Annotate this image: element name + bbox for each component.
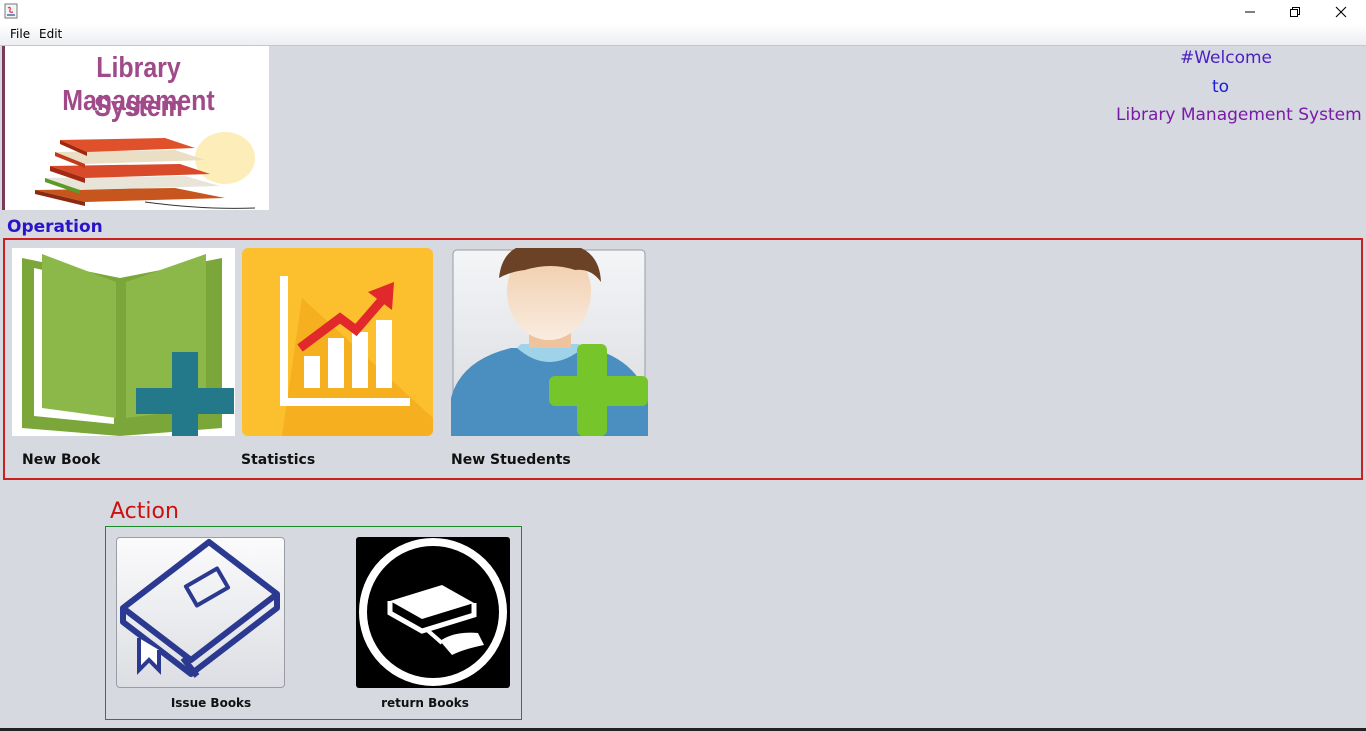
close-button[interactable] [1318,0,1364,24]
return-books-button[interactable] [356,537,510,688]
user-add-icon [451,248,648,436]
restore-button[interactable] [1272,0,1318,24]
bar-chart-trend-icon [280,276,433,436]
operation-title: Operation [7,217,103,237]
book-issue-icon [120,539,280,678]
welcome-line3: Library Management System [1116,105,1362,125]
statistics-label: Statistics [241,452,316,468]
return-books-label: return Books [381,696,469,710]
minimize-icon [1245,11,1255,13]
action-title: Action [110,499,179,524]
menu-edit[interactable]: Edit [39,27,62,41]
restore-icon [1290,7,1300,17]
logo-title-line2: System [94,91,183,123]
new-book-button[interactable] [12,248,235,436]
issue-books-button[interactable] [116,537,285,688]
close-icon [1335,6,1347,18]
menu-bar: File Edit [0,24,1366,46]
java-app-icon [4,3,18,19]
new-students-button[interactable] [451,248,648,436]
new-book-label: New Book [22,452,101,468]
app-logo: Library Management System [2,46,269,210]
statistics-button[interactable] [242,248,433,436]
new-students-label: New Stuedents [451,452,571,468]
menu-file[interactable]: File [10,27,30,41]
window-titlebar [0,0,1366,24]
welcome-line1: #Welcome [1180,48,1273,68]
minimize-button[interactable] [1227,0,1273,24]
open-book-plus-icon [22,254,234,436]
book-return-icon [359,538,507,686]
issue-books-label: Issue Books [170,696,252,710]
welcome-line2: to [1212,77,1230,97]
books-stack-icon [35,132,255,209]
